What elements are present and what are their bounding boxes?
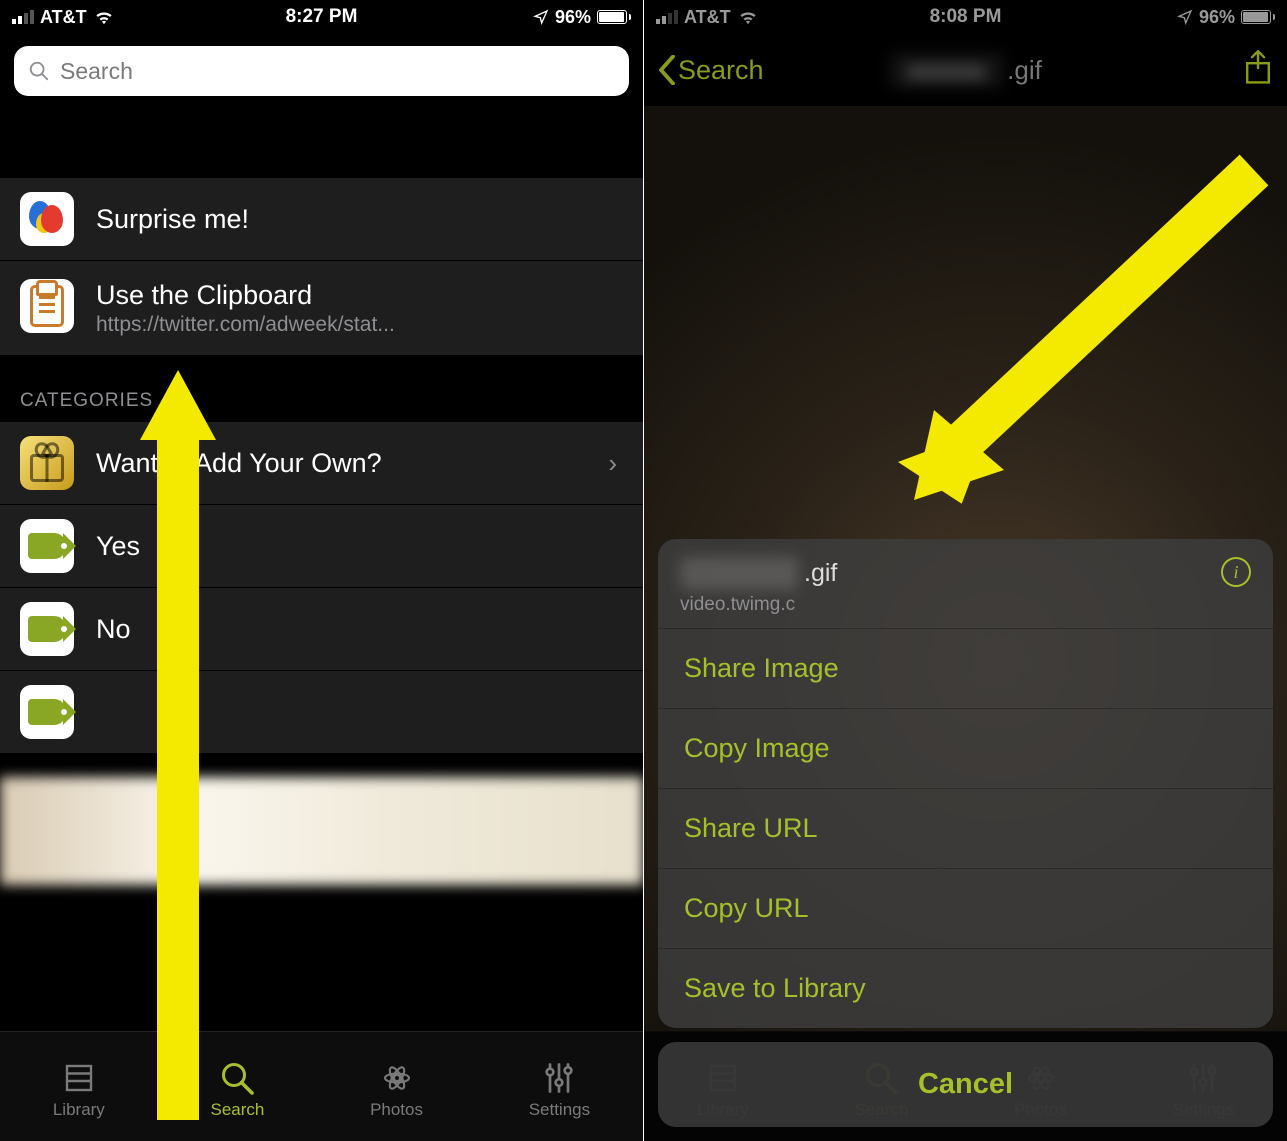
action-copy-url[interactable]: Copy URL	[658, 869, 1273, 949]
row-label: Yes	[96, 530, 140, 562]
filename-redacted: xxxx	[680, 557, 798, 590]
sheet-subtitle: video.twimg.c	[680, 594, 837, 616]
search-icon	[28, 60, 50, 82]
row-label: Surprise me!	[96, 203, 249, 235]
row-label: Want to Add Your Own?	[96, 447, 382, 479]
battery-pct: 96%	[555, 7, 591, 28]
gift-icon	[20, 436, 74, 490]
wifi-icon	[737, 9, 759, 25]
battery-icon	[597, 10, 631, 24]
battery-icon	[1241, 10, 1275, 24]
ad-banner-blurred	[0, 777, 643, 885]
category-row-partial[interactable]	[0, 671, 643, 753]
tag-icon	[20, 602, 74, 656]
clock: 8:08 PM	[930, 6, 1002, 28]
location-icon	[533, 9, 549, 25]
category-no-row[interactable]: No	[0, 588, 643, 671]
add-your-own-row[interactable]: Want to Add Your Own? ›	[0, 422, 643, 505]
back-button[interactable]: Search	[658, 55, 764, 86]
cancel-button[interactable]: Cancel	[658, 1042, 1273, 1127]
info-icon[interactable]: i	[1221, 557, 1251, 587]
signal-icon	[656, 10, 678, 24]
search-input[interactable]: Search	[14, 46, 629, 96]
signal-icon	[12, 10, 34, 24]
tab-label: Search	[211, 1100, 265, 1120]
action-sheet: xxxx .gif video.twimg.c i Share Image Co…	[644, 539, 1287, 1141]
title-redacted: xxxxxx	[889, 53, 1003, 88]
action-save-library[interactable]: Save to Library	[658, 949, 1273, 1028]
use-clipboard-row[interactable]: Use the Clipboard https://twitter.com/ad…	[0, 261, 643, 356]
row-sublabel: https://twitter.com/adweek/stat...	[96, 313, 395, 337]
page-title: xxxxxx .gif	[889, 53, 1042, 88]
right-screen: AT&T 8:08 PM 96% Search xxxxxx .gif Libr…	[644, 0, 1287, 1141]
surprise-me-row[interactable]: Surprise me!	[0, 178, 643, 261]
clipboard-icon	[20, 279, 74, 333]
tag-icon	[20, 685, 74, 739]
status-bar: AT&T 8:27 PM 96%	[0, 0, 643, 34]
action-share-image[interactable]: Share Image	[658, 629, 1273, 709]
tab-photos[interactable]: Photos	[370, 1060, 423, 1120]
filename-ext: .gif	[804, 559, 837, 588]
title-ext: .gif	[1007, 55, 1042, 86]
categories-header: CATEGORIES	[0, 356, 643, 422]
tag-icon	[20, 519, 74, 573]
carrier-label: AT&T	[40, 7, 87, 28]
tab-label: Settings	[529, 1100, 590, 1120]
share-icon	[1243, 50, 1273, 86]
carrier-label: AT&T	[684, 7, 731, 28]
search-placeholder: Search	[60, 58, 133, 85]
action-copy-image[interactable]: Copy Image	[658, 709, 1273, 789]
share-button[interactable]	[1243, 50, 1273, 91]
tab-label: Photos	[370, 1100, 423, 1120]
status-bar: AT&T 8:08 PM 96%	[644, 0, 1287, 34]
nav-bar: Search xxxxxx .gif	[644, 34, 1287, 106]
left-screen: AT&T 8:27 PM 96% Search Surprise me! Use…	[0, 0, 643, 1141]
location-icon	[1177, 9, 1193, 25]
clock: 8:27 PM	[286, 6, 358, 28]
tab-library[interactable]: Library	[53, 1060, 105, 1120]
back-label: Search	[678, 55, 764, 86]
row-label: No	[96, 613, 131, 645]
tab-bar: Library Search Photos Settings	[0, 1031, 643, 1141]
wifi-icon	[93, 9, 115, 25]
tab-label: Library	[53, 1100, 105, 1120]
tab-settings[interactable]: Settings	[529, 1060, 590, 1120]
chevron-right-icon: ›	[608, 448, 617, 479]
sheet-title: xxxx .gif	[680, 557, 837, 590]
row-label: Use the Clipboard	[96, 279, 395, 311]
tab-search[interactable]: Search	[211, 1060, 265, 1120]
chevron-left-icon	[658, 55, 676, 85]
balloons-icon	[20, 192, 74, 246]
action-share-url[interactable]: Share URL	[658, 789, 1273, 869]
battery-pct: 96%	[1199, 7, 1235, 28]
category-yes-row[interactable]: Yes	[0, 505, 643, 588]
